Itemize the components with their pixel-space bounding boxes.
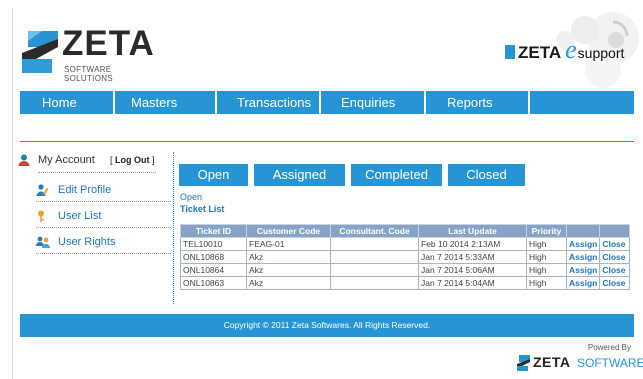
last-update: Jan 7 2014 5:33AM — [418, 250, 527, 264]
table-row: ONL10864 Akz Jan 7 2014 5:06AM High Assi… — [180, 263, 631, 277]
nav-reports[interactable]: Reports — [426, 91, 530, 114]
col-priority: Priority — [526, 224, 567, 238]
ticket-id: ONL10868 — [180, 250, 247, 264]
customer-code: Akz — [246, 263, 331, 277]
tab-open-label: Open — [197, 167, 230, 182]
tab-closed[interactable]: Closed — [448, 164, 525, 186]
powered-software: SOFTWARE — [577, 356, 643, 370]
col-close — [599, 224, 631, 238]
close-link[interactable]: Close — [599, 237, 631, 251]
sidebar-item-edit-profile[interactable]: Edit Profile — [36, 178, 171, 202]
breadcrumb-status: Open — [180, 192, 203, 202]
customer-code: FEAG-01 — [246, 237, 331, 251]
table-row: TEL10010 FEAG-01 Feb 10 2014 2:13AM High… — [180, 237, 631, 251]
sidebar-item-label: User List — [58, 210, 102, 222]
table-row: ONL10868 Akz Jan 7 2014 5:33AM High Assi… — [180, 250, 631, 264]
sidebar-item-user-rights[interactable]: User Rights — [36, 230, 171, 254]
users-icon — [36, 236, 50, 248]
priority: High — [526, 237, 567, 251]
copyright-text: Copyright © 2011 Zeta Softwares. All Rig… — [223, 320, 431, 330]
col-last-update: Last Update — [418, 224, 527, 238]
nav-transactions[interactable]: Transactions — [217, 91, 321, 114]
ticket-id: ONL10864 — [180, 263, 247, 277]
close-link[interactable]: Close — [599, 263, 631, 277]
nav-home-label: Home — [42, 95, 77, 110]
consultant-code — [330, 276, 419, 290]
esupport-suffix: support — [577, 45, 625, 61]
table-row: ONL10863 Akz Jan 7 2014 5:04AM High Assi… — [180, 276, 631, 290]
sidebar-item-label: Edit Profile — [58, 184, 112, 196]
footer-bar: Copyright © 2011 Zeta Softwares. All Rig… — [20, 314, 634, 337]
close-link[interactable]: Close — [599, 250, 631, 264]
last-update: Feb 10 2014 2:13AM — [418, 237, 527, 251]
breadcrumb-section: Ticket List — [180, 204, 225, 214]
nav-enquiries-label: Enquiries — [341, 95, 396, 110]
sidebar-divider — [173, 152, 174, 304]
zeta-logo: ZETA SOFTWARE SOLUTIONS — [22, 24, 162, 83]
assign-link[interactable]: Assign — [565, 276, 601, 290]
priority: High — [526, 276, 567, 290]
powered-zeta: ZETA — [533, 354, 571, 370]
nav-enquiries[interactable]: Enquiries — [321, 91, 426, 114]
last-update: Jan 7 2014 5:06AM — [418, 263, 527, 277]
esupport-logo: ZETA esupport — [505, 10, 643, 90]
close-link[interactable]: Close — [599, 276, 631, 290]
tab-assigned-label: Assigned — [272, 167, 327, 182]
ticket-table: Ticket ID Customer Code Consultant. Code… — [180, 224, 631, 290]
ticket-tabs: Open Assigned Completed Closed — [179, 164, 531, 186]
nav-masters[interactable]: Masters — [115, 91, 217, 114]
priority: High — [526, 250, 567, 264]
assign-link[interactable]: Assign — [565, 237, 601, 251]
nav-home[interactable]: Home — [20, 91, 115, 114]
esupport-wordmark: ZETA esupport — [505, 35, 624, 65]
sidebar-item-label: User Rights — [58, 236, 116, 248]
consultant-code — [330, 237, 419, 251]
breadcrumb: Open Ticket List — [180, 191, 224, 215]
customer-code: Akz — [246, 250, 331, 264]
powered-by-logo: ZETA SOFTWARE — [513, 354, 643, 372]
table-header-row: Ticket ID Customer Code Consultant. Code… — [180, 224, 631, 238]
last-update: Jan 7 2014 5:04AM — [418, 276, 527, 290]
header-divider — [20, 141, 634, 142]
sidebar-item-user-list[interactable]: User List — [36, 204, 171, 228]
col-assign — [565, 224, 601, 238]
esupport-zeta: ZETA — [518, 43, 562, 62]
col-ticket-id: Ticket ID — [180, 224, 247, 238]
tab-completed-label: Completed — [365, 167, 428, 182]
tab-closed-label: Closed — [466, 167, 507, 182]
tab-open[interactable]: Open — [179, 164, 248, 186]
zeta-small-logo-icon — [517, 355, 530, 371]
col-customer-code: Customer Code — [246, 224, 331, 238]
account-user-icon — [18, 154, 30, 166]
nav-reports-label: Reports — [447, 95, 493, 110]
tab-assigned[interactable]: Assigned — [254, 164, 345, 186]
brand-tagline: SOFTWARE SOLUTIONS — [64, 65, 113, 83]
account-divider — [38, 172, 156, 173]
ticket-id: TEL10010 — [180, 237, 247, 251]
user-edit-icon — [36, 184, 49, 196]
col-consultant-code: Consultant. Code — [330, 224, 419, 238]
esupport-e: e — [565, 35, 577, 64]
assign-link[interactable]: Assign — [565, 250, 601, 264]
assign-link[interactable]: Assign — [565, 263, 601, 277]
key-icon — [38, 210, 44, 222]
my-account-label: My Account — [38, 154, 95, 166]
logout-label: Log Out — [115, 155, 150, 165]
customer-code: Akz — [246, 276, 331, 290]
zeta-small-mark-icon — [505, 45, 515, 59]
brand-name: ZETA — [62, 24, 155, 63]
ticket-id: ONL10863 — [180, 276, 247, 290]
tab-completed[interactable]: Completed — [351, 164, 442, 186]
logout-link[interactable]: [ Log Out ] — [110, 155, 155, 165]
nav-masters-label: Masters — [131, 95, 178, 110]
powered-by-label: Powered By — [587, 343, 631, 352]
consultant-code — [330, 250, 419, 264]
consultant-code — [330, 263, 419, 277]
main-nav: Home Masters Transactions Enquiries Repo… — [20, 91, 634, 114]
zeta-logo-mark-icon — [22, 31, 58, 73]
nav-transactions-label: Transactions — [237, 95, 311, 110]
priority: High — [526, 263, 567, 277]
